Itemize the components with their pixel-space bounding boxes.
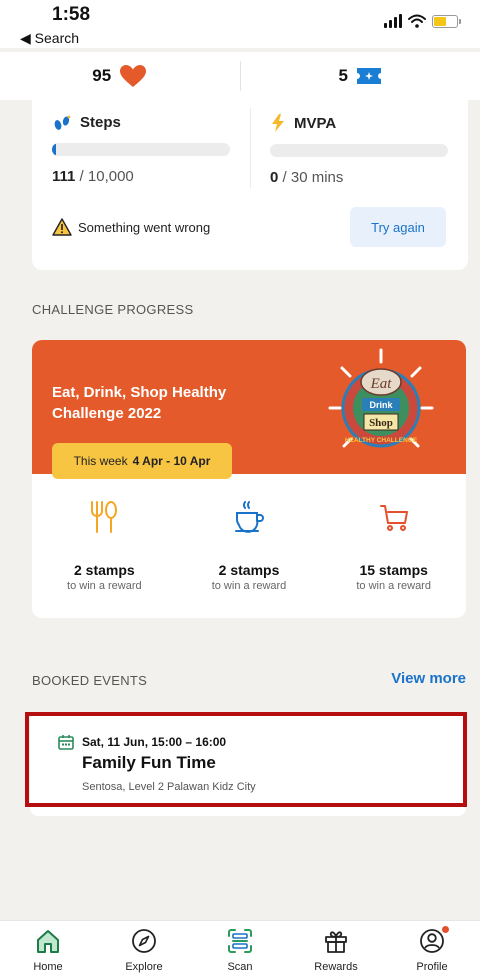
week-range-pill: This week 4 Apr - 10 Apr xyxy=(52,443,232,479)
tickets-count: 5 xyxy=(338,66,348,85)
gift-icon xyxy=(325,931,347,953)
scan-icon xyxy=(228,929,252,953)
status-bar: 1:58 ◀ Search xyxy=(0,0,480,48)
mvpa-progress-bar xyxy=(270,144,448,157)
booked-event-card[interactable]: Sat, 11 Jun, 15:00 – 16:00 Family Fun Ti… xyxy=(30,712,466,816)
warning-icon xyxy=(52,218,72,236)
stamp-item-shop: 15 stamps to win a reward xyxy=(321,500,466,592)
status-icons xyxy=(384,14,461,28)
calendar-icon xyxy=(58,735,74,750)
error-text: Something went wrong xyxy=(78,219,211,235)
ticket-icon xyxy=(356,68,381,84)
stamps-row: 2 stamps to win a reward 2 stamps to win… xyxy=(32,500,466,592)
heart-icon xyxy=(120,65,147,87)
activity-divider xyxy=(250,108,251,188)
coffee-cup-icon xyxy=(235,501,264,533)
footsteps-icon xyxy=(54,115,71,130)
challenge-name: Eat, Drink, Shop Healthy Challenge 2022 xyxy=(52,384,227,422)
tab-profile[interactable]: Profile xyxy=(384,921,480,976)
mvpa-tracker: MVPA 0 / 30 mins xyxy=(270,114,448,186)
cellular-signal-icon xyxy=(384,14,402,28)
tab-scan[interactable]: Scan xyxy=(192,921,288,976)
clock: 1:58 xyxy=(52,4,91,25)
mvpa-label: MVPA xyxy=(294,114,337,132)
utensils-icon xyxy=(91,501,118,533)
tab-rewards[interactable]: Rewards xyxy=(288,921,384,976)
stats-bar: 95 5 xyxy=(0,52,480,100)
svg-text:Drink: Drink xyxy=(369,400,393,410)
wifi-icon xyxy=(408,14,426,28)
steps-value: 111 / 10,000 xyxy=(52,168,134,185)
steps-tracker: Steps 111 / 10,000 xyxy=(52,114,230,185)
stamp-item-food: 2 stamps to win a reward xyxy=(32,500,177,592)
challenge-card[interactable]: Eat, Drink, Shop Healthy Challenge 2022 … xyxy=(32,340,466,618)
tab-home[interactable]: Home xyxy=(0,921,96,976)
back-to-search-link[interactable]: ◀ Search xyxy=(20,30,79,47)
bottom-tab-bar: Home Explore Scan Rewards Profile xyxy=(0,920,480,976)
hearts-stat[interactable]: 95 xyxy=(0,64,240,88)
cart-icon xyxy=(379,505,408,531)
tickets-stat[interactable]: 5 xyxy=(241,66,480,86)
steps-progress-fill xyxy=(52,143,56,156)
battery-icon xyxy=(432,14,461,28)
event-name: Family Fun Time xyxy=(82,753,216,772)
compass-icon xyxy=(132,929,156,953)
try-again-button[interactable]: Try again xyxy=(350,207,446,247)
activity-card: Steps 111 / 10,000 MVPA 0 / 30 mins Some… xyxy=(32,100,468,270)
view-more-link[interactable]: View more xyxy=(391,670,466,687)
stamp-item-drink: 2 stamps to win a reward xyxy=(177,500,322,592)
profile-icon xyxy=(420,929,444,953)
event-location: Sentosa, Level 2 Palawan Kidz City xyxy=(82,781,256,793)
home-icon xyxy=(37,930,59,953)
mvpa-value: 0 / 30 mins xyxy=(270,169,344,186)
booked-events-title: BOOKED EVENTS xyxy=(32,673,148,688)
hearts-count: 95 xyxy=(92,66,112,85)
challenge-section-title: CHALLENGE PROGRESS xyxy=(32,302,194,317)
notification-dot xyxy=(442,926,449,933)
svg-text:HEALTHY CHALLENGE: HEALTHY CHALLENGE xyxy=(345,437,418,444)
event-date: Sat, 11 Jun, 15:00 – 16:00 xyxy=(58,734,226,750)
steps-progress-bar xyxy=(52,143,230,156)
error-message: Something went wrong xyxy=(52,218,210,236)
challenge-banner: Eat, Drink, Shop Healthy Challenge 2022 … xyxy=(32,340,466,479)
svg-text:Eat: Eat xyxy=(370,376,393,392)
tab-explore[interactable]: Explore xyxy=(96,921,192,976)
lightning-icon xyxy=(272,114,284,132)
challenge-badge-logo: Eat Drink Shop HEALTHY CHALLENGE xyxy=(328,348,434,448)
steps-label: Steps xyxy=(80,114,121,131)
svg-text:Shop: Shop xyxy=(369,417,393,429)
